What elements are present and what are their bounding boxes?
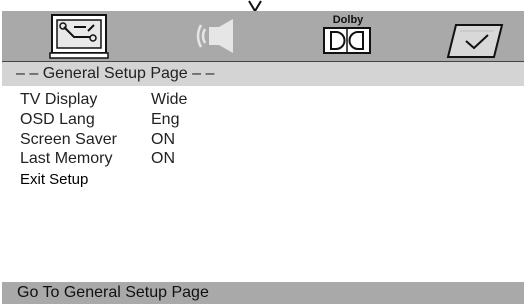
tab-audio-setup[interactable]	[187, 11, 249, 61]
speaker-icon	[196, 19, 233, 53]
page-header: – – General Setup Page – –	[2, 61, 524, 87]
tab-dolby-setup[interactable]: Dolby	[318, 11, 378, 61]
setting-label: Last Memory	[20, 150, 113, 167]
setting-label: OSD Lang	[20, 111, 95, 128]
status-bar: Go To General Setup Page	[2, 282, 524, 304]
status-text: Go To General Setup Page	[17, 284, 209, 301]
setting-label: Screen Saver	[20, 131, 117, 148]
settings-list: TV Display Wide OSD Lang Eng Screen Save…	[2, 86, 524, 282]
setup-menu-screen: Dolby – – General Setup Page – – TV Disp…	[0, 0, 526, 304]
setting-value: Eng	[151, 111, 180, 128]
exit-setup-item[interactable]: Exit Setup	[20, 171, 88, 188]
dolby-logo-icon	[323, 27, 371, 54]
page-title: – – General Setup Page – –	[16, 65, 215, 82]
tab-preference[interactable]	[444, 11, 506, 61]
setting-value: ON	[151, 150, 175, 167]
setting-value: Wide	[151, 91, 188, 108]
checkmark-icon	[446, 24, 504, 58]
wrench-monitor-icon	[49, 14, 109, 59]
setting-label: TV Display	[20, 91, 98, 108]
setup-tab-bar: Dolby	[2, 11, 524, 61]
tab-general-setup[interactable]	[48, 11, 110, 61]
setting-value: ON	[151, 131, 175, 148]
